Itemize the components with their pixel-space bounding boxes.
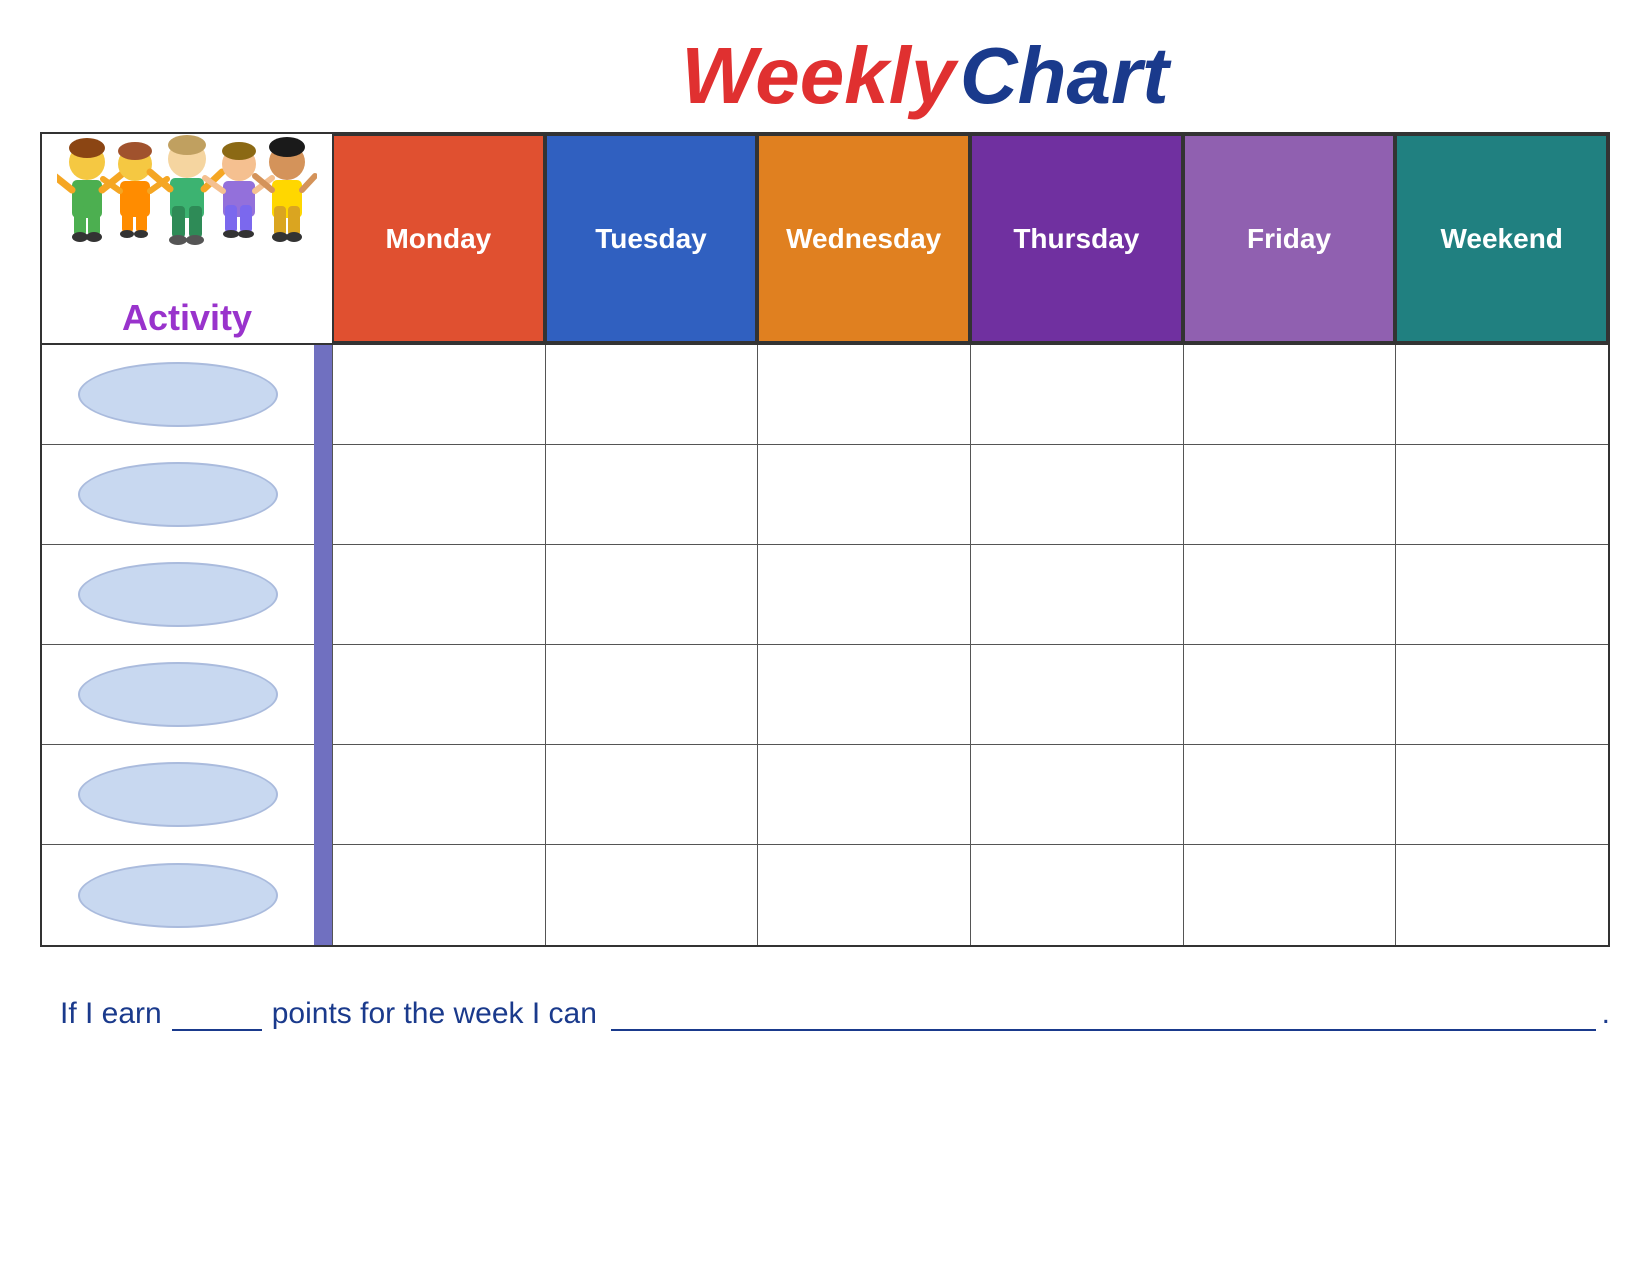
day-header-tuesday: Tuesday — [545, 134, 758, 343]
day-header-thursday: Thursday — [970, 134, 1183, 343]
chart-grid — [332, 345, 1608, 945]
activity-oval-6 — [78, 863, 278, 928]
cell-r6-tuesday[interactable] — [545, 845, 758, 945]
activity-oval-4 — [78, 662, 278, 727]
oval-cell-6 — [42, 845, 314, 945]
day-header-wednesday: Wednesday — [757, 134, 970, 343]
footer-text-end: . — [1602, 997, 1610, 1031]
activity-column — [42, 345, 332, 945]
activity-oval-1 — [78, 362, 278, 427]
kids-illustration-icon — [57, 134, 317, 289]
activity-oval-5 — [78, 762, 278, 827]
page-title-area: Weekly Chart — [40, 30, 1610, 122]
chart-row-5 — [332, 745, 1608, 845]
oval-column — [42, 345, 314, 945]
footer-text-before: If I earn — [60, 997, 162, 1031]
oval-cell-1 — [42, 345, 314, 445]
oval-cell-3 — [42, 545, 314, 645]
cell-r2-wednesday[interactable] — [757, 445, 970, 545]
cell-r2-monday[interactable] — [332, 445, 545, 545]
cell-r4-wednesday[interactable] — [757, 645, 970, 745]
day-header-friday: Friday — [1183, 134, 1396, 343]
cell-r4-monday[interactable] — [332, 645, 545, 745]
days-header: Monday Tuesday Wednesday Thursday Friday… — [332, 134, 1608, 343]
cell-r2-friday[interactable] — [1183, 445, 1396, 545]
footer-text: If I earn points for the week I can . — [40, 997, 1610, 1031]
cell-r2-weekend[interactable] — [1395, 445, 1608, 545]
cell-r5-wednesday[interactable] — [757, 745, 970, 845]
chart-header: Activity Monday Tuesday Wednesday Thursd… — [40, 132, 1610, 343]
day-header-monday: Monday — [332, 134, 545, 343]
cell-r1-wednesday[interactable] — [757, 345, 970, 445]
cell-r4-friday[interactable] — [1183, 645, 1396, 745]
footer-text-middle: points for the week I can — [272, 997, 597, 1031]
footer-blank-points[interactable] — [172, 1029, 262, 1031]
cell-r5-monday[interactable] — [332, 745, 545, 845]
cell-r4-weekend[interactable] — [1395, 645, 1608, 745]
cell-r1-tuesday[interactable] — [545, 345, 758, 445]
cell-r1-monday[interactable] — [332, 345, 545, 445]
cell-r4-tuesday[interactable] — [545, 645, 758, 745]
day-header-weekend: Weekend — [1395, 134, 1608, 343]
cell-r5-weekend[interactable] — [1395, 745, 1608, 845]
chart-row-6 — [332, 845, 1608, 945]
cell-r1-friday[interactable] — [1183, 345, 1396, 445]
cell-r5-thursday[interactable] — [970, 745, 1183, 845]
footer-blank-reward[interactable] — [611, 1029, 1596, 1031]
cell-r6-friday[interactable] — [1183, 845, 1396, 945]
cell-r3-thursday[interactable] — [970, 545, 1183, 645]
cell-r3-wednesday[interactable] — [757, 545, 970, 645]
cell-r3-friday[interactable] — [1183, 545, 1396, 645]
vertical-divider-bar — [314, 345, 332, 945]
activity-oval-2 — [78, 462, 278, 527]
title-weekly: Weekly — [681, 31, 955, 120]
title-chart: Chart — [960, 31, 1169, 120]
oval-cell-4 — [42, 645, 314, 745]
cell-r6-monday[interactable] — [332, 845, 545, 945]
cell-r1-thursday[interactable] — [970, 345, 1183, 445]
cell-r2-tuesday[interactable] — [545, 445, 758, 545]
chart-row-1 — [332, 345, 1608, 445]
cell-r2-thursday[interactable] — [970, 445, 1183, 545]
cell-r6-wednesday[interactable] — [757, 845, 970, 945]
chart-row-2 — [332, 445, 1608, 545]
oval-cell-5 — [42, 745, 314, 845]
chart-row-4 — [332, 645, 1608, 745]
cell-r1-weekend[interactable] — [1395, 345, 1608, 445]
cell-r6-weekend[interactable] — [1395, 845, 1608, 945]
chart-row-3 — [332, 545, 1608, 645]
cell-r5-friday[interactable] — [1183, 745, 1396, 845]
cell-r3-weekend[interactable] — [1395, 545, 1608, 645]
kids-illustration-area: Activity — [42, 134, 332, 343]
activity-label: Activity — [122, 289, 252, 343]
chart-body — [40, 343, 1610, 947]
cell-r6-thursday[interactable] — [970, 845, 1183, 945]
cell-r5-tuesday[interactable] — [545, 745, 758, 845]
oval-cell-2 — [42, 445, 314, 545]
cell-r3-tuesday[interactable] — [545, 545, 758, 645]
cell-r4-thursday[interactable] — [970, 645, 1183, 745]
cell-r3-monday[interactable] — [332, 545, 545, 645]
activity-oval-3 — [78, 562, 278, 627]
